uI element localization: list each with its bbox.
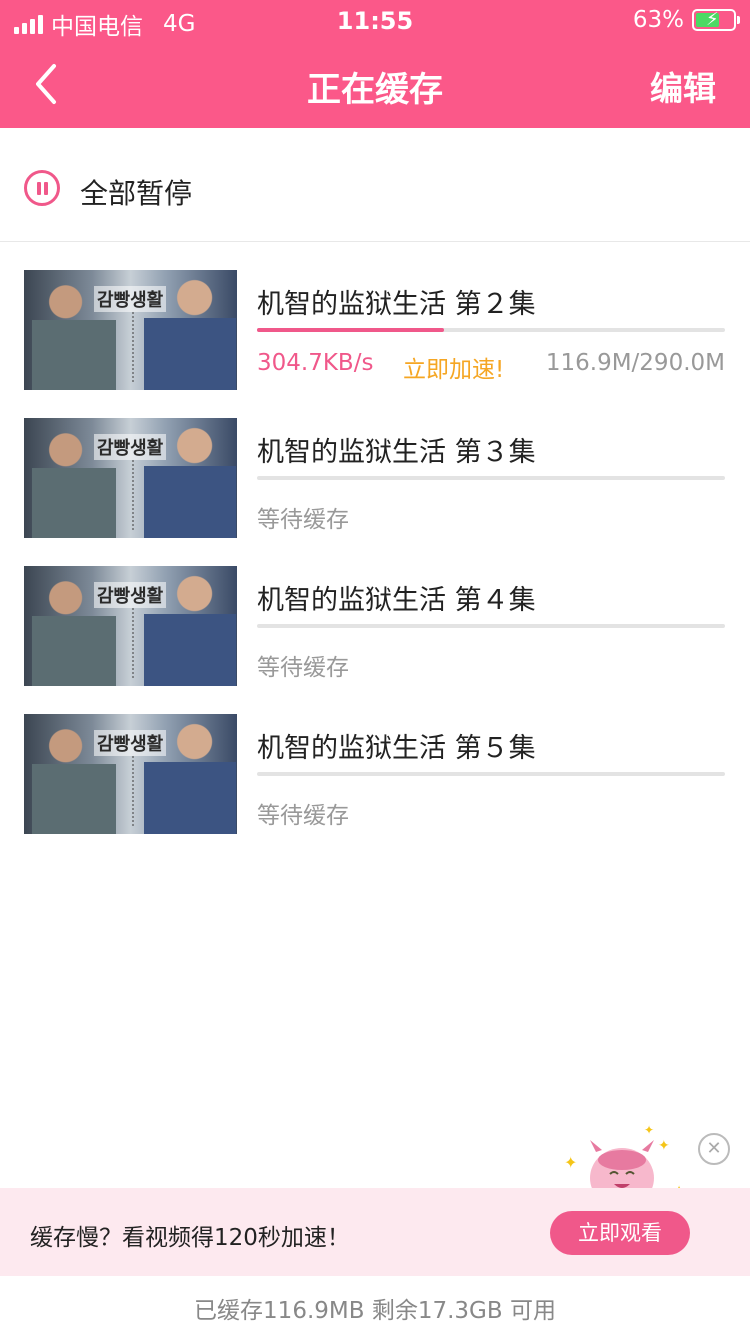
- episode-title: 机智的监狱生活 第２集: [257, 289, 536, 320]
- progress-fill: [257, 328, 445, 332]
- episode-thumbnail: 감빵생활: [24, 270, 237, 390]
- episode-thumbnail: 감빵생활: [24, 566, 237, 686]
- download-status: 等待缓存: [257, 655, 349, 681]
- svg-text:✦: ✦: [658, 1138, 670, 1154]
- promo-banner: 缓存慢？看视频得120秒加速！ 立即观看: [0, 1188, 750, 1276]
- download-progress-bar: [257, 772, 725, 776]
- download-speed: 304.7KB/s: [257, 350, 374, 376]
- episode-thumbnail: 감빵생활: [24, 714, 237, 834]
- download-size: 116.9M/290.0M: [545, 350, 725, 376]
- download-progress-bar: [257, 476, 725, 480]
- episode-title: 机智的监狱生活 第４集: [257, 585, 536, 616]
- download-item[interactable]: 감빵생활 机智的监狱生活 第５集 等待缓存: [0, 714, 750, 862]
- boost-link[interactable]: 立即加速!: [403, 350, 504, 384]
- pause-all-label: 全部暂停: [80, 177, 193, 210]
- battery-icon: ⚡: [692, 9, 740, 31]
- pause-all-row[interactable]: 全部暂停: [0, 128, 750, 242]
- nav-bar: 正在缓存 编辑: [0, 40, 750, 128]
- svg-text:✦: ✦: [564, 1153, 577, 1172]
- status-right: 63% ⚡: [632, 7, 740, 33]
- promo-close-button[interactable]: ✕: [698, 1133, 730, 1165]
- episode-thumbnail: 감빵생활: [24, 418, 237, 538]
- download-progress-bar: [257, 328, 725, 332]
- download-status: 等待缓存: [257, 803, 349, 829]
- pause-circle-icon: [24, 170, 60, 206]
- download-item[interactable]: 감빵생활 机智的监狱生活 第４集 等待缓存: [0, 566, 750, 714]
- download-item[interactable]: 감빵생활 机智的监狱生活 第２集 304.7KB/s 立即加速! 116.9M/…: [0, 270, 750, 418]
- promo-text: 缓存慢？看视频得120秒加速！: [30, 1225, 350, 1251]
- episode-title: 机智的监狱生活 第３集: [257, 437, 536, 468]
- close-icon: ✕: [706, 1138, 722, 1159]
- download-progress-bar: [257, 624, 725, 628]
- top-bar: 中国电信 4G 11:55 63% ⚡ 正在缓存 编辑: [0, 0, 750, 128]
- page-title: 正在缓存: [307, 70, 443, 110]
- charging-bolt-icon: ⚡: [706, 9, 719, 30]
- poster-title: 감빵생활: [94, 582, 167, 608]
- poster-title: 감빵생활: [94, 434, 167, 460]
- poster-title: 감빵생활: [94, 730, 167, 756]
- status-bar: 中国电信 4G 11:55 63% ⚡: [0, 0, 750, 40]
- storage-footer: 已缓存116.9MB 剩余17.3GB 可用: [194, 1298, 556, 1324]
- battery-percent: 63%: [632, 7, 684, 33]
- watch-now-button[interactable]: 立即观看: [550, 1211, 690, 1255]
- download-status: 等待缓存: [257, 507, 349, 533]
- episode-title: 机智的监狱生活 第５集: [257, 733, 536, 764]
- download-item[interactable]: 감빵생활 机智的监狱生活 第３集 等待缓存: [0, 418, 750, 566]
- poster-title: 감빵생활: [94, 286, 167, 312]
- svg-text:✦: ✦: [644, 1123, 654, 1137]
- edit-button[interactable]: 编辑: [650, 62, 716, 110]
